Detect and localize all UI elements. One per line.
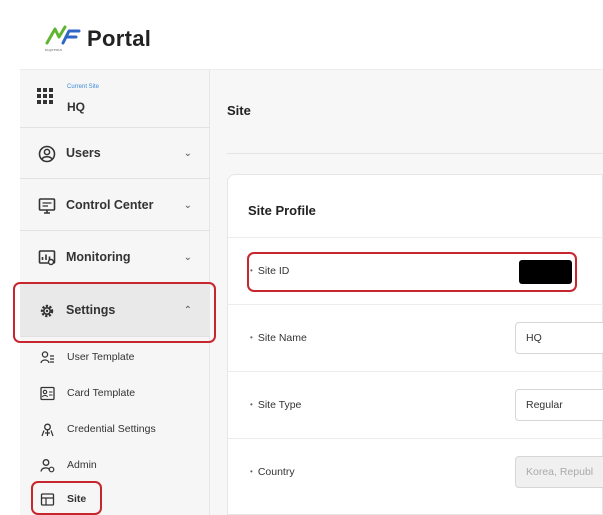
sidebar-item-label: Monitoring (66, 250, 131, 264)
user-template-icon (40, 350, 55, 365)
subitem-credential-settings[interactable]: Credential Settings (20, 412, 210, 448)
subitem-card-template[interactable]: Card Template (20, 376, 210, 412)
site-type-label: Site Type (250, 399, 302, 411)
logo-sub-text: suprema (45, 47, 62, 52)
site-type-select[interactable]: Regular (515, 389, 603, 421)
card-template-icon (40, 386, 55, 401)
subitem-label: Admin (67, 459, 97, 471)
logo-mark-icon: suprema (45, 25, 85, 53)
chevron-down-icon: ⌄ (183, 199, 192, 211)
sidebar-item-label: Users (66, 146, 101, 160)
field-row-country: Country Korea, Republ (228, 439, 603, 506)
card-title: Site Profile (248, 203, 316, 218)
chevron-down-icon: ⌄ (183, 147, 192, 159)
sidebar-item-monitoring[interactable]: Monitoring ⌄ (20, 232, 210, 283)
sidebar-item-users[interactable]: Users ⌄ (20, 128, 210, 179)
chart-monitor-icon (38, 249, 56, 267)
user-circle-icon (38, 145, 56, 163)
logo-text: Portal (87, 26, 152, 51)
highlight-site-id (247, 252, 577, 292)
current-site-selector[interactable]: Current Site HQ (20, 70, 210, 128)
site-profile-card: Site Profile Site ID Site Name HQ Site T… (227, 174, 603, 515)
current-site-caption: Current Site (67, 84, 100, 90)
subitem-label: Credential Settings (67, 423, 156, 435)
highlight-settings (13, 282, 216, 343)
page-header: Site (210, 70, 603, 154)
field-row-site-type: Site Type Regular (228, 372, 603, 439)
admin-icon (40, 458, 55, 473)
top-header: suprema Portal (20, 0, 603, 70)
subitem-label: Card Template (67, 387, 136, 399)
credential-icon (40, 422, 55, 437)
sidebar-item-control-center[interactable]: Control Center ⌄ (20, 180, 210, 231)
sidebar-item-label: Control Center (66, 198, 154, 212)
monitor-icon (38, 197, 56, 215)
main-content: Site Site Profile Site ID Site Name HQ S… (210, 70, 603, 515)
site-name-input[interactable]: HQ (515, 322, 603, 354)
field-row-site-name: Site Name HQ (228, 305, 603, 372)
highlight-site (31, 481, 102, 515)
subitem-user-template[interactable]: User Template (20, 340, 210, 376)
current-site-name: HQ (67, 100, 85, 114)
portal-window: suprema Portal Current Site HQ Users ⌄ C… (0, 0, 603, 515)
chevron-down-icon: ⌄ (183, 251, 192, 263)
subitem-admin[interactable]: Admin (20, 448, 210, 484)
country-label: Country (250, 466, 295, 478)
subitem-label: User Template (67, 351, 135, 363)
divider (227, 153, 603, 154)
page-title: Site (227, 103, 251, 118)
country-select: Korea, Republ (515, 456, 603, 488)
portal-logo[interactable]: suprema Portal (45, 24, 151, 54)
grid-menu-icon (37, 88, 53, 104)
site-name-label: Site Name (250, 332, 307, 344)
